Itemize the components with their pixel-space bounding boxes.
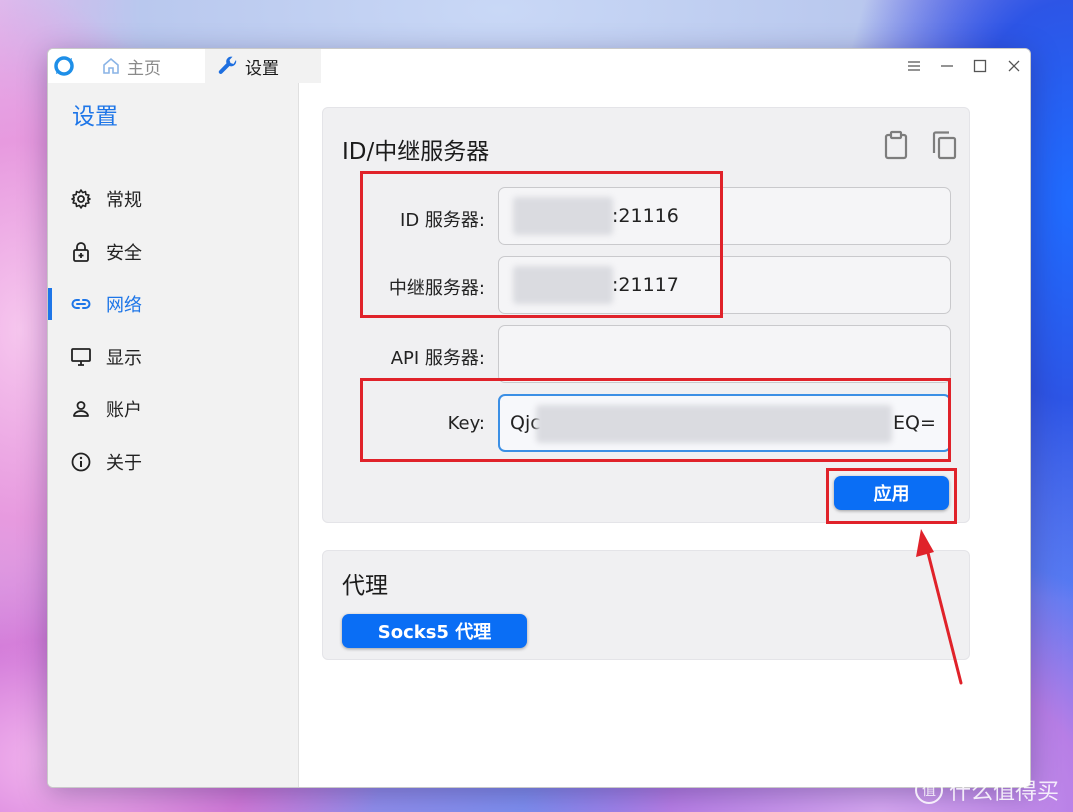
annotation-box-key [360,378,951,462]
monitor-icon [71,348,91,366]
api-server-input[interactable] [498,325,951,383]
api-server-label: API 服务器: [390,348,485,369]
tab-settings-label: 设置 [245,58,279,79]
annotation-arrow-icon [916,529,963,685]
sidebar-item-label: 关于 [106,453,142,474]
info-icon [71,452,91,472]
tab-settings[interactable]: 设置 [205,49,321,83]
watermark-text: 什么值得买 [948,780,1059,805]
sidebar-title: 设置 [72,104,118,130]
annotation-box-apply [826,468,957,524]
proxy-card: 代理 Socks5 代理 [322,550,970,660]
sidebar: 设置 常规 安全 网络 显示 账户 关于 [48,83,299,787]
sidebar-item-about[interactable]: 关于 [48,442,299,482]
watermark: 值 什么值得买 [914,774,1059,806]
link-icon [71,299,91,309]
sidebar-item-label: 常规 [106,190,142,211]
sidebar-item-account[interactable]: 账户 [48,389,299,429]
sidebar-item-general[interactable]: 常规 [48,179,299,219]
server-card-title: ID/中继服务器 [342,139,490,165]
tab-home[interactable]: 主页 [89,49,203,83]
paste-icon[interactable] [882,130,910,160]
copy-icon[interactable] [930,130,958,160]
sidebar-item-label: 安全 [106,243,142,264]
close-icon[interactable] [1003,55,1025,77]
wrench-icon [218,56,237,74]
app-logo-icon [54,56,74,76]
sidebar-item-network[interactable]: 网络 [48,284,299,324]
sidebar-item-security[interactable]: 安全 [48,232,299,272]
tab-home-label: 主页 [127,58,161,79]
proxy-card-title: 代理 [342,573,388,599]
user-icon [73,401,89,417]
title-bar[interactable]: 主页 设置 [48,49,1030,83]
gear-icon [71,189,91,209]
sidebar-item-label: 网络 [106,295,142,316]
socks5-proxy-button[interactable]: Socks5 代理 [342,614,527,648]
annotation-box-servers [360,171,723,318]
lock-icon [73,242,89,262]
maximize-icon[interactable] [969,55,991,77]
sidebar-item-label: 账户 [106,400,142,421]
minimize-icon[interactable] [936,55,958,77]
sidebar-item-display[interactable]: 显示 [48,337,299,377]
menu-icon[interactable] [903,55,925,77]
sidebar-item-label: 显示 [106,348,142,369]
home-icon [103,57,119,74]
watermark-logo: 值 [914,776,943,804]
